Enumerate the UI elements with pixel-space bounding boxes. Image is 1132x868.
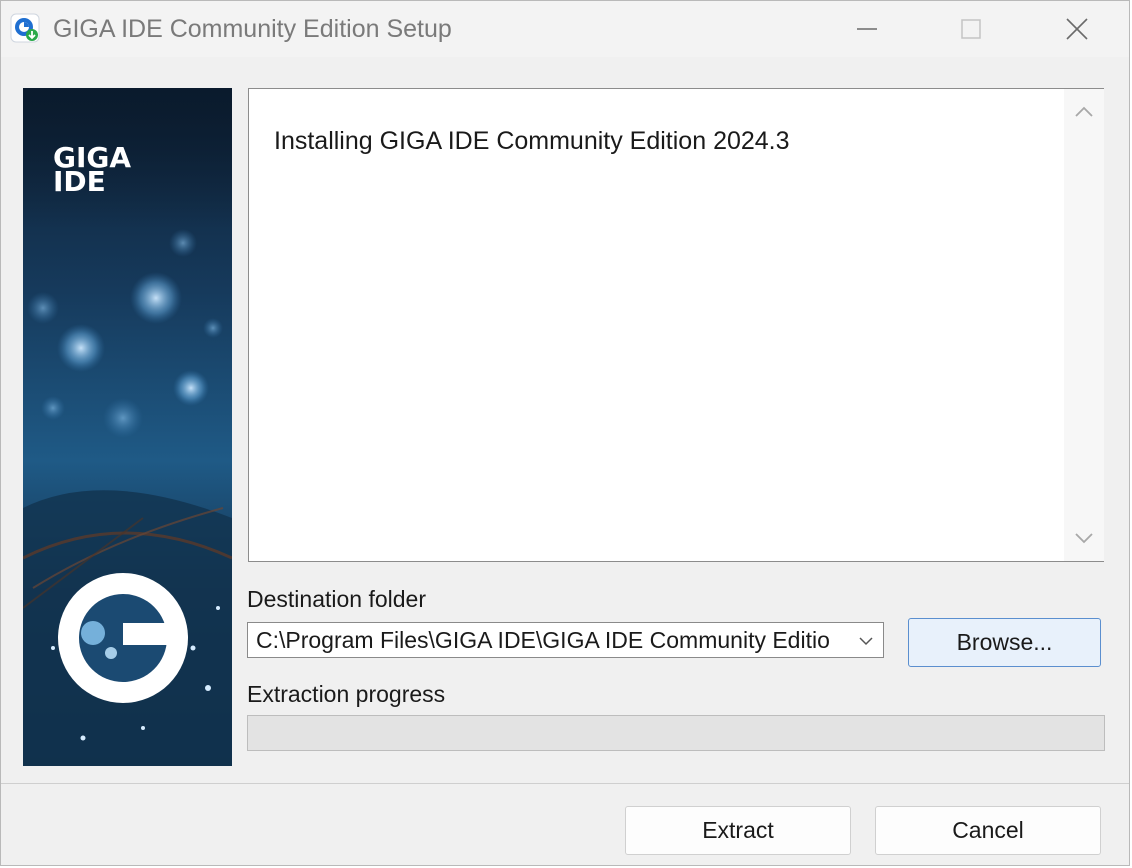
cancel-button[interactable]: Cancel	[875, 806, 1101, 855]
extraction-progress-label: Extraction progress	[247, 681, 446, 707]
maximize-button[interactable]	[921, 1, 1021, 57]
maximize-icon	[961, 19, 981, 39]
extraction-progress-bar	[247, 715, 1105, 751]
close-button[interactable]	[1027, 1, 1127, 57]
installer-app-icon	[10, 13, 40, 43]
destination-folder-label: Destination folder	[247, 586, 426, 612]
installer-banner-image: GIGA IDE	[23, 88, 232, 766]
extract-button[interactable]: Extract	[625, 806, 851, 855]
minimize-icon	[857, 28, 877, 30]
chevron-up-icon	[1075, 106, 1093, 117]
banner-logo: GIGA IDE	[53, 144, 131, 196]
scroll-down-button[interactable]	[1073, 527, 1095, 549]
browse-button[interactable]: Browse...	[908, 618, 1101, 667]
destination-folder-value: C:\Program Files\GIGA IDE\GIGA IDE Commu…	[256, 627, 830, 653]
details-scrollbar[interactable]	[1064, 89, 1104, 561]
setup-window: GIGA IDE Community Edition Setup GIGA ID…	[0, 0, 1130, 866]
chevron-down-icon	[1075, 533, 1093, 544]
close-icon	[1066, 18, 1088, 40]
minimize-button[interactable]	[817, 1, 917, 57]
title-bar[interactable]: GIGA IDE Community Edition Setup	[1, 1, 1129, 57]
scroll-up-button[interactable]	[1073, 101, 1095, 123]
details-text-area[interactable]: Installing GIGA IDE Community Edition 20…	[248, 88, 1104, 562]
details-text: Installing GIGA IDE Community Edition 20…	[274, 127, 790, 155]
destination-folder-combo[interactable]: C:\Program Files\GIGA IDE\GIGA IDE Commu…	[247, 622, 884, 658]
window-title: GIGA IDE Community Edition Setup	[53, 15, 452, 43]
chevron-down-icon	[859, 637, 873, 646]
